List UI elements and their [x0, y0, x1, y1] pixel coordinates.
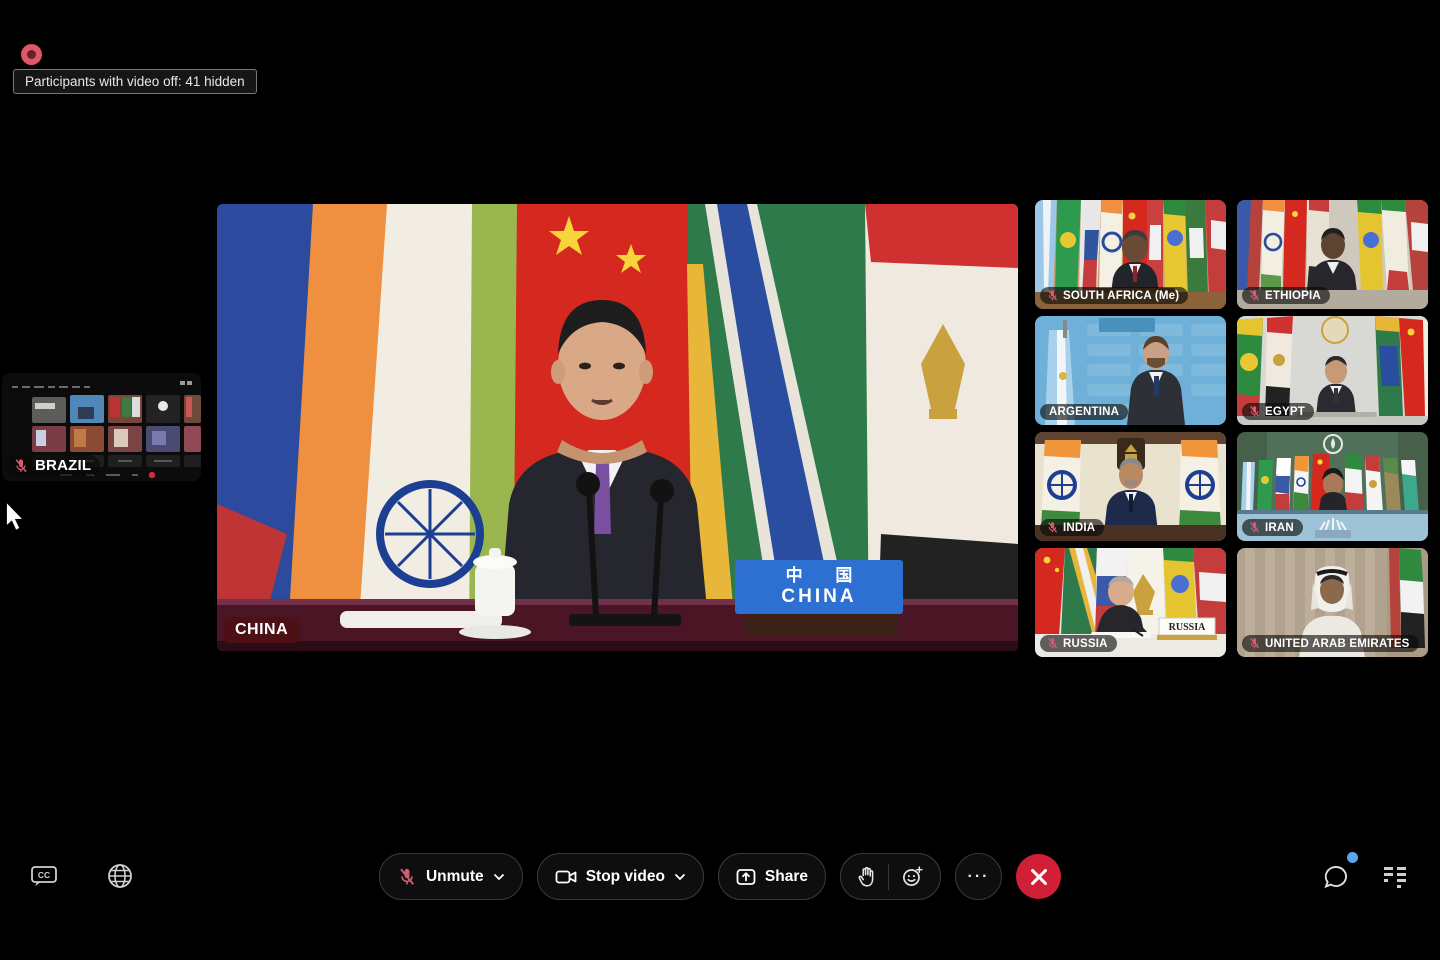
svg-text:RUSSIA: RUSSIA — [1169, 622, 1206, 633]
stop-video-button[interactable]: Stop video — [537, 853, 704, 900]
svg-text:CC: CC — [38, 870, 50, 880]
video-tile-russia[interactable]: RUSSIA RUSSIA — [1035, 548, 1226, 657]
participant-name: EGYPT — [1265, 406, 1305, 418]
participant-label-russia: RUSSIA — [1040, 635, 1117, 652]
reactions-group — [840, 853, 941, 900]
video-tile-uae[interactable]: UNITED ARAB EMIRATES — [1237, 548, 1428, 657]
active-speaker-label: CHINA — [223, 617, 300, 643]
unmute-button[interactable]: Unmute — [379, 853, 523, 900]
chevron-down-icon[interactable] — [674, 873, 686, 881]
main-video-china[interactable]: 中 国 CHINA CHINA — [217, 204, 1018, 651]
share-screen-icon — [736, 868, 756, 886]
muted-mic-icon — [1248, 521, 1261, 534]
participant-label-uae: UNITED ARAB EMIRATES — [1242, 635, 1419, 652]
closed-captions-icon[interactable]: CC — [30, 864, 58, 888]
muted-mic-icon — [1248, 637, 1261, 650]
muted-mic-icon — [1046, 521, 1059, 534]
participant-name: ARGENTINA — [1049, 406, 1119, 418]
leave-meeting-button[interactable] — [1016, 854, 1061, 899]
participant-name: UNITED ARAB EMIRATES — [1265, 638, 1410, 650]
chat-notification-dot — [1347, 852, 1358, 863]
video-tile-brazil[interactable]: BRAZIL — [2, 373, 201, 481]
close-x-icon — [1030, 868, 1048, 886]
more-options-label: ··· — [968, 868, 990, 886]
russia-desk-nameplate: RUSSIA — [1157, 618, 1217, 640]
video-tile-south-africa[interactable]: SOUTH AFRICA (Me) — [1035, 200, 1226, 309]
muted-mic-icon — [13, 458, 29, 474]
control-bar: Unmute Stop video Share — [379, 853, 1061, 900]
participant-name: RUSSIA — [1063, 638, 1108, 650]
participant-name: ETHIOPIA — [1265, 290, 1321, 302]
unmute-label: Unmute — [426, 868, 484, 886]
share-button[interactable]: Share — [718, 853, 826, 900]
china-desk-nameplate: 中 国 CHINA — [735, 560, 903, 614]
notification-badge[interactable] — [21, 44, 42, 65]
video-tile-iran[interactable]: IRAN — [1237, 432, 1428, 541]
participant-label-south-africa: SOUTH AFRICA (Me) — [1040, 287, 1188, 304]
participant-name: BRAZIL — [35, 457, 91, 474]
muted-mic-icon — [397, 867, 417, 887]
stop-video-label: Stop video — [586, 868, 665, 886]
participant-label-ethiopia: ETHIOPIA — [1242, 287, 1330, 304]
participant-name: INDIA — [1063, 522, 1095, 534]
participants-hidden-notice: Participants with video off: 41 hidden — [13, 69, 257, 94]
divider — [888, 864, 889, 890]
muted-mic-icon — [1046, 637, 1059, 650]
video-tile-egypt[interactable]: EGYPT — [1237, 316, 1428, 425]
participant-name: IRAN — [1265, 522, 1294, 534]
language-globe-icon[interactable] — [106, 862, 134, 890]
raise-hand-icon[interactable] — [858, 867, 875, 887]
camera-icon — [555, 868, 577, 886]
nameplate-chinese: 中 国 — [772, 566, 867, 586]
video-tile-argentina[interactable]: ARGENTINA — [1035, 316, 1226, 425]
muted-mic-icon — [1046, 289, 1059, 302]
participants-panel-icon[interactable] — [1381, 866, 1409, 888]
participant-label-egypt: EGYPT — [1242, 403, 1314, 420]
participant-label-argentina: ARGENTINA — [1040, 404, 1128, 420]
participant-name: SOUTH AFRICA (Me) — [1063, 290, 1179, 302]
more-options-button[interactable]: ··· — [955, 853, 1002, 900]
video-tile-india[interactable]: INDIA — [1035, 432, 1226, 541]
chevron-down-icon[interactable] — [493, 873, 505, 881]
participant-label-india: INDIA — [1040, 519, 1104, 536]
nameplate-english: CHINA — [781, 586, 856, 608]
participant-label-iran: IRAN — [1242, 519, 1303, 536]
muted-mic-icon — [1248, 405, 1261, 418]
share-label: Share — [765, 868, 808, 886]
chat-icon[interactable] — [1322, 863, 1350, 891]
participant-label-brazil: BRAZIL — [7, 455, 100, 476]
mouse-cursor — [4, 502, 26, 532]
reactions-smiley-icon[interactable] — [902, 866, 923, 887]
muted-mic-icon — [1248, 289, 1261, 302]
video-tile-ethiopia[interactable]: ETHIOPIA — [1237, 200, 1428, 309]
meeting-window: Participants with video off: 41 hidden — [0, 0, 1440, 960]
